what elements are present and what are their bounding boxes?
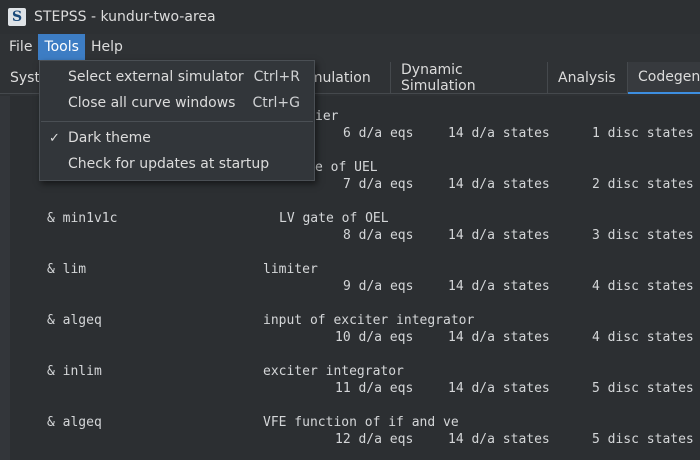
- code-line: & inlim exciter integrator: [47, 364, 404, 379]
- title-bar: S STEPSS - kundur-two-area: [0, 0, 700, 34]
- menu-item-dark-theme[interactable]: ✓ Dark theme: [40, 125, 314, 151]
- tab-system[interactable]: Syst: [0, 62, 40, 94]
- code-line: 10 d/a eqs 14 d/a states 4 disc states: [335, 330, 694, 345]
- menu-item-label: Check for updates at startup: [68, 156, 270, 172]
- tab-analysis[interactable]: Analysis: [548, 62, 628, 94]
- menu-bar: File Tools Help: [0, 34, 700, 60]
- menu-item-label: Select external simulator: [68, 69, 244, 85]
- tab-label: Codegen: [638, 69, 700, 85]
- code-line: & min1v1c LV gate of OEL: [47, 211, 389, 226]
- tools-menu-dropdown: Select external simulator Ctrl+R Close a…: [39, 60, 315, 181]
- code-line: 6 d/a eqs 14 d/a states 1 disc states: [343, 126, 694, 141]
- menu-file[interactable]: File: [3, 34, 38, 60]
- tab-label: Dynamic Simulation: [401, 62, 476, 94]
- checkmark-icon: ✓: [49, 130, 60, 146]
- tab-label: Syst: [10, 70, 40, 86]
- code-line: 7 d/a eqs 14 d/a states 2 disc states: [343, 177, 694, 192]
- code-line: 9 d/a eqs 14 d/a states 4 disc states: [343, 279, 694, 294]
- window-title: STEPSS - kundur-two-area: [34, 9, 216, 25]
- menu-item-select-external-simulator[interactable]: Select external simulator Ctrl+R: [40, 64, 314, 90]
- app-icon: S: [8, 8, 26, 26]
- code-line: 11 d/a eqs 14 d/a states 5 disc states: [335, 381, 694, 396]
- code-line: & lim limiter: [47, 262, 318, 277]
- tab-dynamic-simulation[interactable]: Dynamic Simulation: [391, 62, 548, 94]
- menu-item-close-all-curve-windows[interactable]: Close all curve windows Ctrl+G: [40, 90, 314, 116]
- tab-label: Analysis: [558, 70, 616, 86]
- code-line: & algeq VFE function of if and ve: [47, 415, 459, 430]
- menu-item-label: Dark theme: [68, 130, 151, 146]
- menu-item-check-for-updates[interactable]: Check for updates at startup: [40, 151, 314, 177]
- code-line: 8 d/a eqs 14 d/a states 3 disc states: [343, 228, 694, 243]
- code-line: 12 d/a eqs 14 d/a states 5 disc states: [335, 432, 694, 447]
- tab-codegen[interactable]: Codegen: [628, 62, 700, 94]
- code-line: & algeq input of exciter integrator: [47, 313, 475, 328]
- menu-separator: [41, 121, 313, 122]
- menu-help[interactable]: Help: [85, 34, 129, 60]
- menu-tools[interactable]: Tools: [38, 34, 85, 60]
- menu-item-label: Close all curve windows: [68, 95, 236, 111]
- menu-item-shortcut: Ctrl+R: [253, 69, 300, 85]
- menu-item-shortcut: Ctrl+G: [252, 95, 301, 111]
